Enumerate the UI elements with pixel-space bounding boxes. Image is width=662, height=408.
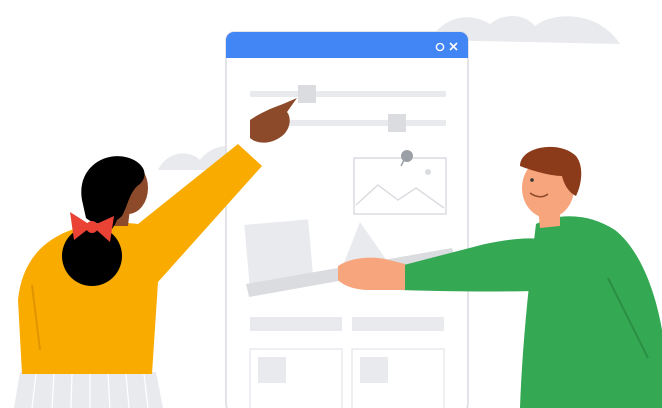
- illustration-stage: [0, 0, 662, 408]
- illustration-canvas: [14, 15, 662, 408]
- woman-bun: [62, 226, 122, 286]
- image-placeholder-icon: [353, 157, 447, 215]
- man-hand: [338, 257, 405, 290]
- window-title-bar: [226, 32, 468, 58]
- layout-bar-left: [250, 317, 342, 331]
- woman-skirt: [14, 372, 163, 408]
- slider-2-handle[interactable]: [388, 114, 406, 132]
- browser-window: [225, 31, 469, 408]
- card-left: [249, 348, 343, 408]
- layout-bar-right: [352, 317, 444, 331]
- card-right: [351, 348, 445, 408]
- slider-1-handle[interactable]: [298, 85, 316, 103]
